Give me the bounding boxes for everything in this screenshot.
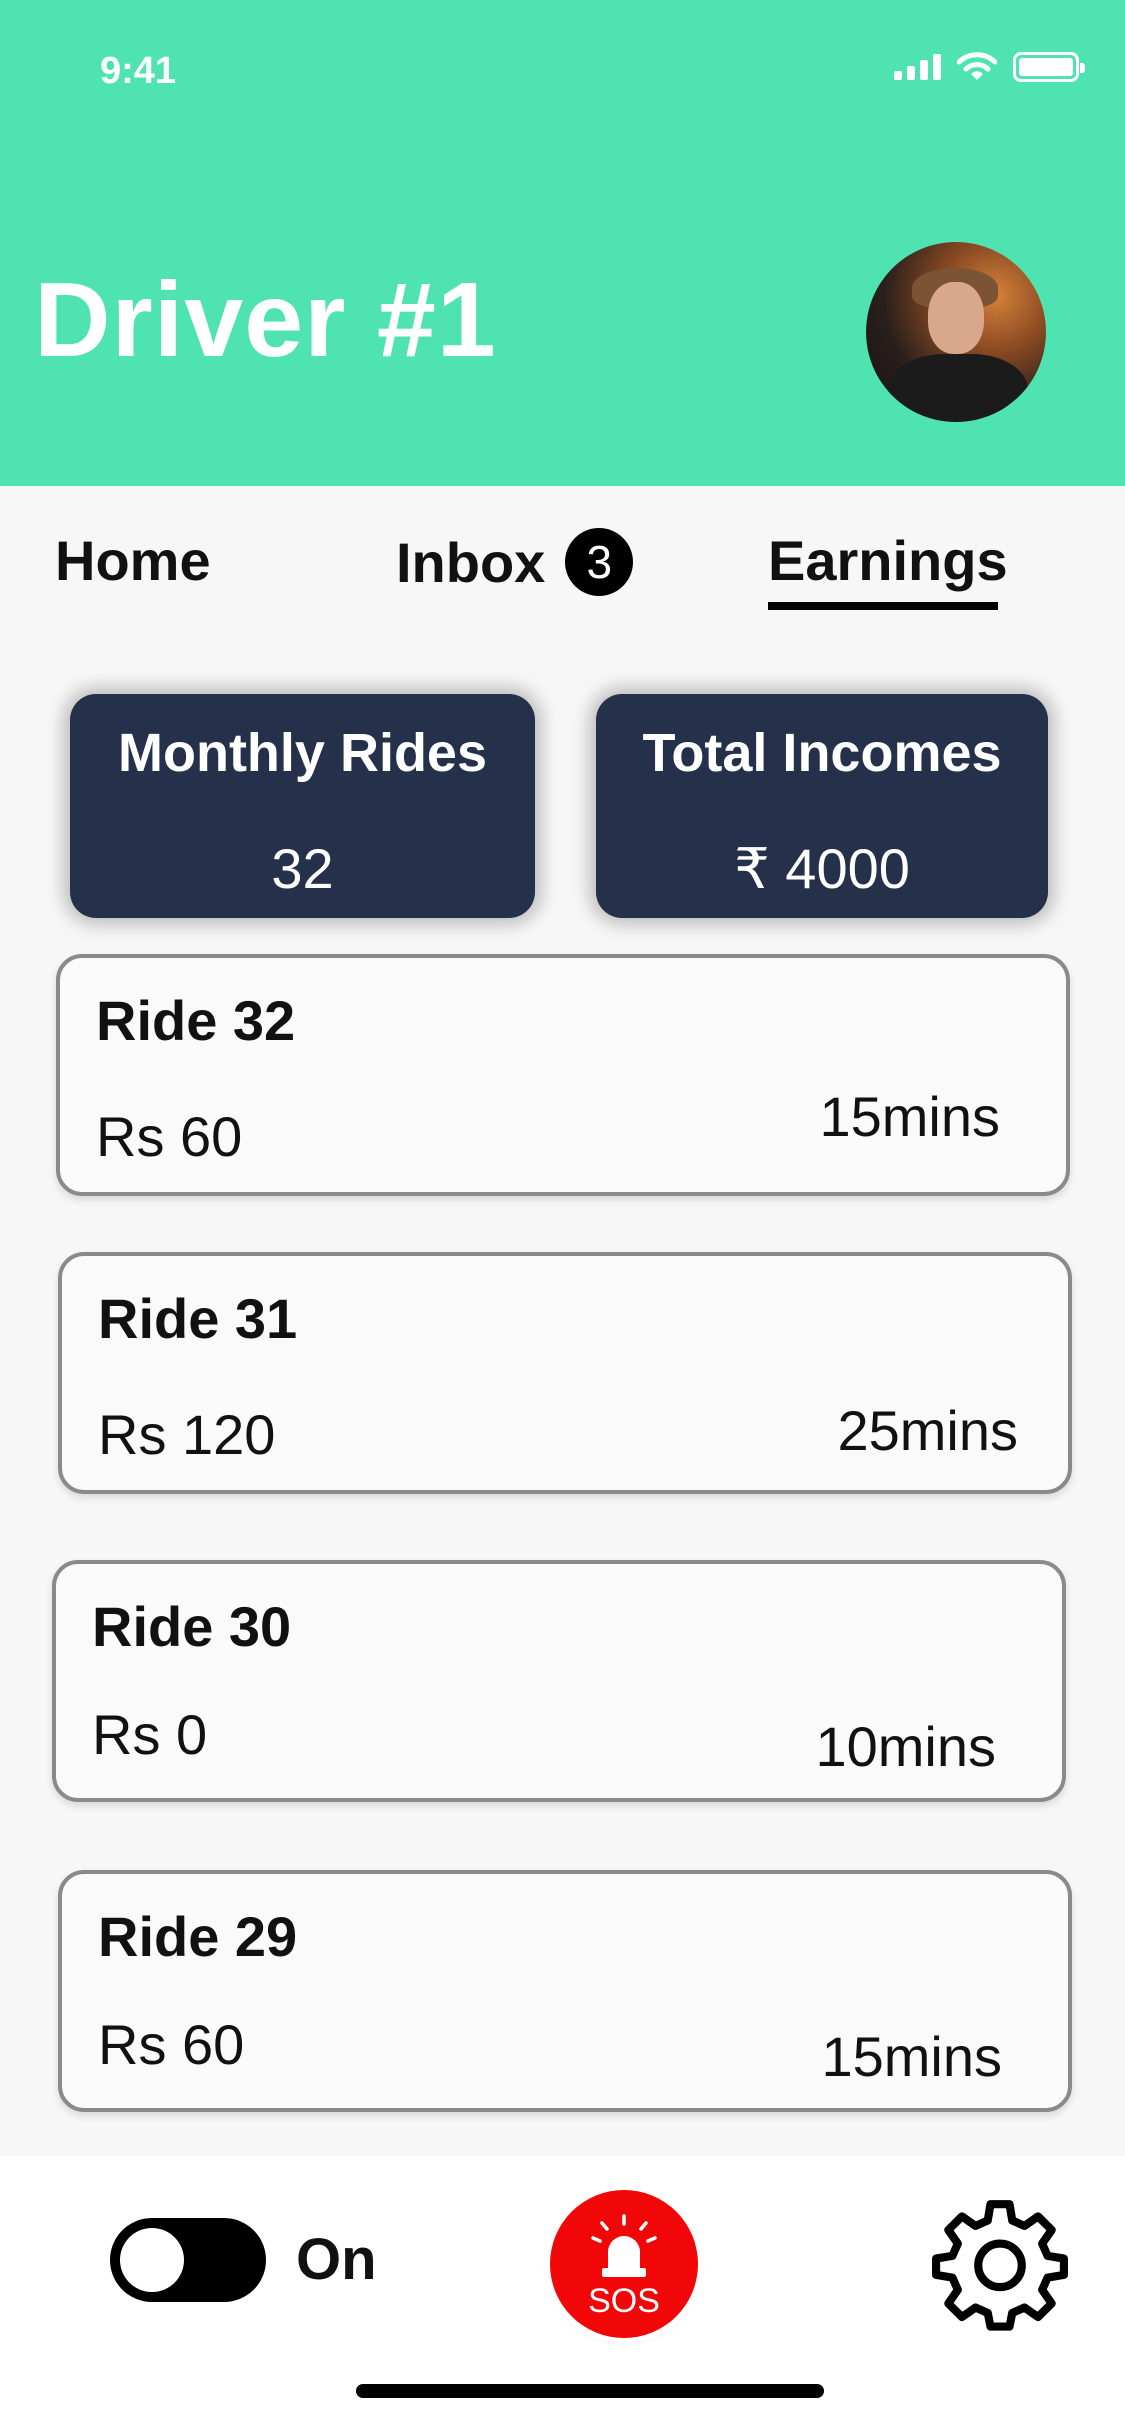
home-indicator bbox=[356, 2384, 824, 2398]
monthly-rides-label: Monthly Rides bbox=[117, 723, 487, 783]
online-toggle[interactable] bbox=[110, 2218, 266, 2302]
tab-inbox[interactable]: Inbox 3 bbox=[396, 528, 634, 596]
inbox-count-badge: 3 bbox=[565, 528, 634, 596]
monthly-rides-value: 32 bbox=[271, 837, 334, 900]
app-header: 9:41 Driver #1 bbox=[0, 0, 1125, 486]
ride-amount: Rs 60 bbox=[98, 2013, 245, 2076]
tab-bar: Home Inbox 3 Earnings bbox=[0, 486, 1125, 1140]
monthly-rides-card: Monthly Rides 32 bbox=[70, 694, 535, 918]
status-time: 9:41 bbox=[100, 50, 177, 92]
ride-duration: 15mins bbox=[819, 1085, 1000, 1148]
ride-card[interactable]: Ride 31 Rs 120 25mins bbox=[58, 1252, 1072, 1494]
ride-amount: Rs 120 bbox=[98, 1403, 276, 1466]
ride-title: Ride 29 bbox=[98, 1905, 298, 1968]
ride-card[interactable]: Ride 32 Rs 60 15mins bbox=[56, 954, 1070, 1196]
earnings-content: Monthly Rides 32 Total Incomes ₹ 4000 Ri… bbox=[0, 656, 1125, 2156]
battery-icon bbox=[1013, 52, 1085, 82]
wifi-icon bbox=[957, 52, 997, 80]
avatar[interactable] bbox=[866, 242, 1046, 422]
ride-duration: 10mins bbox=[815, 1715, 996, 1778]
sos-label: SOS bbox=[588, 2282, 660, 2320]
sos-button[interactable]: SOS bbox=[550, 2190, 698, 2338]
status-icons bbox=[894, 52, 1085, 82]
ride-title: Ride 30 bbox=[92, 1595, 292, 1658]
cellular-signal-icon bbox=[894, 54, 941, 80]
tab-inbox-label: Inbox bbox=[396, 530, 546, 594]
ride-title: Ride 32 bbox=[96, 989, 296, 1052]
ride-duration: 25mins bbox=[837, 1399, 1018, 1462]
page-title: Driver #1 bbox=[34, 261, 497, 379]
gear-icon[interactable] bbox=[932, 2196, 1068, 2332]
total-incomes-card: Total Incomes ₹ 4000 bbox=[596, 694, 1048, 918]
total-incomes-label: Total Incomes bbox=[642, 723, 1002, 783]
ride-amount: Rs 60 bbox=[96, 1105, 243, 1168]
ride-card[interactable]: Ride 29 Rs 60 15mins bbox=[58, 1870, 1072, 2112]
toggle-knob bbox=[120, 2228, 184, 2292]
ride-title: Ride 31 bbox=[98, 1287, 298, 1350]
bottom-bar: On SOS bbox=[0, 2156, 1125, 2436]
tab-earnings[interactable]: Earnings bbox=[768, 528, 1008, 593]
tab-home[interactable]: Home bbox=[55, 528, 211, 593]
ride-amount: Rs 0 bbox=[92, 1703, 208, 1766]
toggle-label: On bbox=[296, 2227, 377, 2292]
ride-duration: 15mins bbox=[821, 2025, 1002, 2088]
ride-card[interactable]: Ride 30 Rs 0 10mins bbox=[52, 1560, 1066, 1802]
active-tab-indicator bbox=[768, 602, 998, 610]
total-incomes-value: ₹ 4000 bbox=[734, 837, 910, 900]
